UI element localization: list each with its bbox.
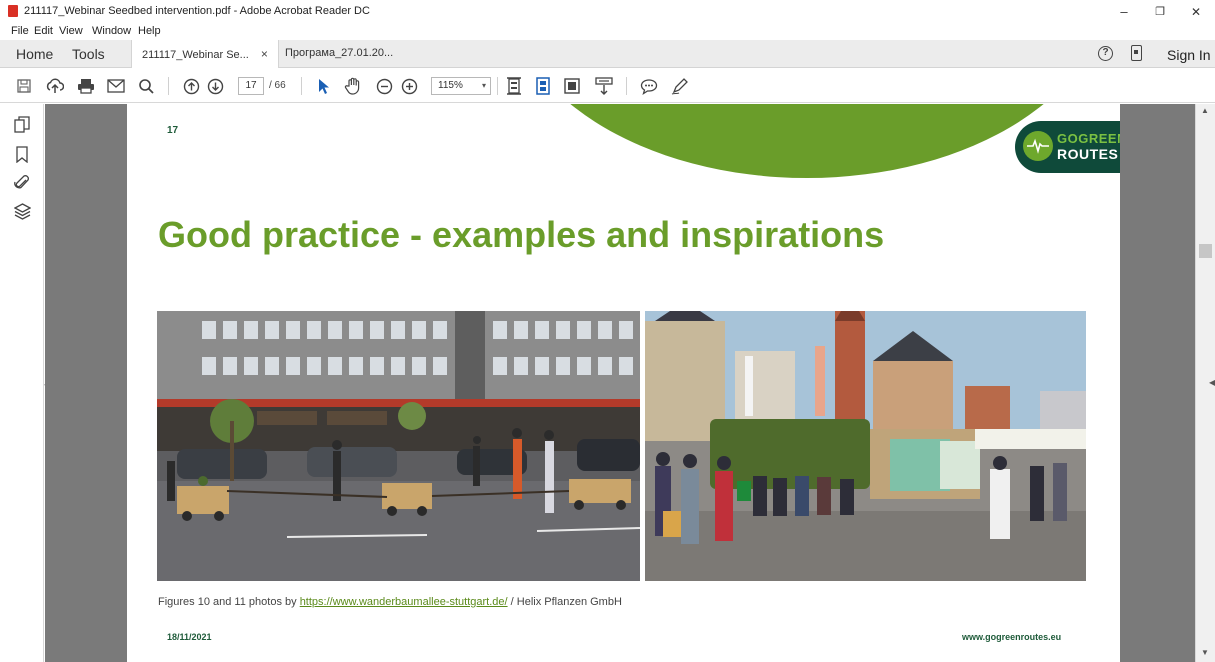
zoom-select[interactable]: 115% ▾ [431, 77, 491, 95]
select-arrow-icon[interactable] [314, 76, 334, 96]
menu-file[interactable]: File [11, 25, 29, 37]
slide-number: 17 [167, 125, 179, 136]
slide-title: Good practice - examples and inspiration… [158, 214, 885, 255]
photo-square-green-pavilion [645, 311, 1086, 581]
tab-bar: Home Tools 211117_Webinar Se... × Програм… [0, 40, 1215, 68]
document-tab-active[interactable]: 211117_Webinar Se... × [131, 40, 279, 68]
photo-caption: Figures 10 and 11 photos by https://www.… [158, 596, 622, 608]
scroll-mode-icon[interactable] [533, 76, 553, 96]
attachment-icon[interactable] [13, 174, 31, 192]
tab-tools[interactable]: Tools [72, 46, 105, 62]
pdf-page: 17 GOGREEN ROUTES Good practice - exampl… [127, 104, 1120, 662]
caption-link[interactable]: https://www.wanderbaumallee-stuttgart.de… [300, 596, 508, 608]
toolbar-divider [497, 77, 498, 95]
page-up-icon[interactable] [181, 76, 201, 96]
bookmark-icon[interactable] [13, 146, 31, 164]
page-total: / 66 [269, 80, 286, 91]
zoom-value: 115% [438, 80, 463, 91]
page-down-icon[interactable] [205, 76, 225, 96]
page-number-input[interactable]: 17 [238, 77, 264, 95]
layers-icon[interactable] [13, 203, 31, 221]
left-side-panel [0, 104, 44, 662]
full-screen-icon[interactable] [562, 76, 582, 96]
close-button[interactable]: ✕ [1178, 2, 1214, 22]
document-tab[interactable]: Програма_27.01.20... [275, 40, 403, 68]
collapse-right-panel-icon[interactable]: ◀ [1209, 378, 1215, 387]
toolbar-divider [626, 77, 627, 95]
email-icon[interactable] [106, 76, 126, 96]
gogreenroutes-logo: GOGREEN ROUTES [1015, 121, 1120, 173]
document-tab-label: 211117_Webinar Se... [142, 49, 249, 61]
footer-url: www.gogreenroutes.eu [962, 632, 1062, 642]
tab-home[interactable]: Home [16, 46, 53, 62]
menu-help[interactable]: Help [138, 25, 161, 37]
menu-bar: File Edit View Window Help [0, 24, 1215, 40]
toolbar-divider [301, 77, 302, 95]
caption-text: Figures 10 and 11 photos by [158, 596, 297, 608]
hand-icon[interactable] [343, 76, 363, 96]
menu-edit[interactable]: Edit [34, 25, 53, 37]
scroll-down-icon[interactable]: ▼ [1201, 648, 1209, 657]
comment-icon[interactable] [639, 76, 659, 96]
pages-icon[interactable] [13, 116, 31, 134]
sign-in-link[interactable]: Sign In [1167, 47, 1211, 63]
pdf-file-icon [8, 5, 18, 17]
scroll-up-icon[interactable]: ▲ [1201, 106, 1209, 115]
zoom-in-icon[interactable] [399, 76, 419, 96]
upload-icon[interactable] [45, 76, 65, 96]
mobile-link-icon[interactable] [1131, 45, 1142, 61]
scrollbar-thumb[interactable] [1199, 244, 1212, 258]
window-title: 211117_Webinar Seedbed intervention.pdf … [24, 5, 370, 17]
logo-leaf-icon [1023, 131, 1053, 161]
save-icon[interactable] [14, 76, 34, 96]
tab-close-icon[interactable]: × [261, 47, 268, 61]
zoom-out-icon[interactable] [374, 76, 394, 96]
photo-street-tree-planters [157, 311, 640, 581]
menu-view[interactable]: View [59, 25, 83, 37]
print-icon[interactable] [76, 76, 96, 96]
minimize-button[interactable]: – [1106, 2, 1142, 22]
footer-date: 18/11/2021 [167, 632, 212, 642]
chevron-down-icon: ▾ [481, 81, 486, 90]
sign-pen-icon[interactable] [670, 76, 690, 96]
document-tab-label: Програма_27.01.20... [285, 47, 394, 59]
logo-text-top: GOGREEN [1057, 131, 1120, 146]
read-mode-icon[interactable] [594, 76, 614, 96]
menu-window[interactable]: Window [92, 25, 131, 37]
toolbar: 17 / 66 115% ▾ [0, 69, 1215, 103]
caption-credit: / Helix Pflanzen GmbH [510, 596, 622, 608]
document-viewport[interactable]: 17 GOGREEN ROUTES Good practice - exampl… [45, 104, 1195, 662]
restore-button[interactable]: ❐ [1142, 2, 1178, 22]
title-bar: 211117_Webinar Seedbed intervention.pdf … [0, 0, 1215, 24]
search-icon[interactable] [136, 76, 156, 96]
toolbar-divider [168, 77, 169, 95]
help-icon[interactable]: ? [1098, 46, 1113, 61]
logo-text-bottom: ROUTES [1057, 146, 1119, 162]
fit-page-icon[interactable] [504, 76, 524, 96]
